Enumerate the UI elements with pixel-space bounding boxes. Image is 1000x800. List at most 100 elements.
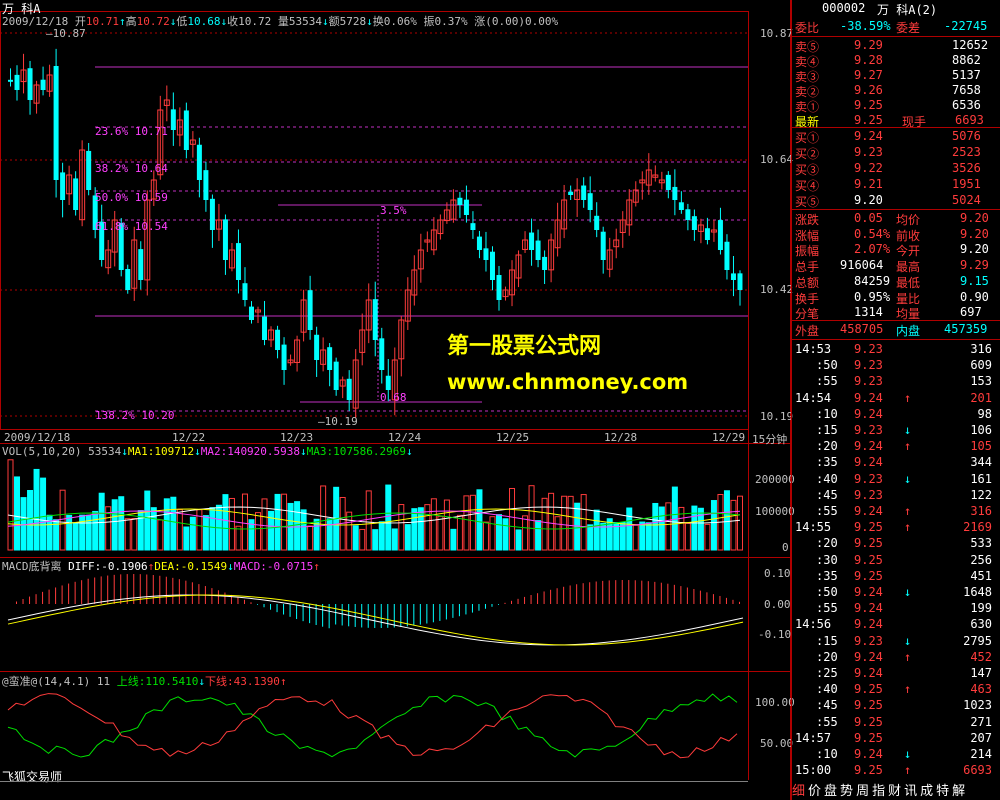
volume-bar	[671, 486, 678, 551]
candle-body	[463, 199, 469, 215]
quote-tab[interactable]: 解	[952, 780, 965, 799]
neipan-label: 内盘	[896, 324, 921, 338]
trade-volume: 316	[970, 504, 992, 518]
trade-volume: 147	[970, 666, 992, 680]
candle-body	[496, 275, 502, 300]
weicha-value: -22745	[944, 19, 988, 33]
trade-price: 9.25	[854, 730, 883, 745]
volume-bar	[163, 498, 170, 551]
candle-body	[529, 232, 535, 250]
trade-volume: 451	[970, 568, 992, 583]
macd-legend: MACD底背离 DIFF:-0.1906↑DEA:-0.1549↓MACD:-0…	[2, 560, 320, 573]
candle-body	[581, 185, 587, 200]
candle-body	[248, 306, 254, 320]
candle-body	[483, 248, 489, 260]
trade-time: :55	[816, 504, 838, 518]
macd-diff: DIFF:-0.1906	[68, 560, 148, 573]
date-label: 12/24	[388, 431, 422, 444]
bid-price: 9.22	[854, 161, 883, 175]
trade-time: :20	[816, 439, 838, 454]
trade-volume: 316	[970, 342, 992, 356]
volume-bar	[691, 505, 698, 551]
candle-body	[346, 378, 352, 400]
volume-bar	[535, 520, 542, 551]
bid-volume: 2523	[952, 145, 981, 159]
ask-price: 9.26	[854, 83, 883, 97]
candle-body	[730, 273, 736, 280]
bid-volume: 5024	[952, 193, 981, 207]
weicha-label: 委差	[896, 21, 921, 35]
candle-body	[672, 186, 678, 200]
macd-label: MACD底背离	[2, 560, 62, 573]
stat-value: 9.20	[960, 211, 989, 225]
trade-time: :50	[816, 585, 838, 599]
volume-bar	[307, 525, 314, 551]
quote-tab[interactable]: 势	[840, 780, 853, 799]
bid-price: 9.24	[854, 129, 883, 143]
volume-bar	[645, 522, 652, 551]
indicator-line	[7, 693, 738, 759]
trade-time: :50	[816, 358, 838, 373]
quote-tab[interactable]: 价	[808, 780, 821, 799]
trade-price: 9.23	[854, 374, 883, 389]
quote-tab[interactable]: 成	[920, 780, 933, 799]
volume-label: 量	[277, 15, 289, 28]
volume-bar	[489, 516, 496, 551]
volume-bar	[202, 515, 209, 551]
stock-name: 万 科A(2)	[877, 3, 938, 17]
bid-label: 买⑤	[795, 195, 820, 209]
quote-tab[interactable]: 细	[792, 780, 805, 799]
candle-body	[183, 110, 189, 150]
ask-price: 9.25	[854, 98, 883, 112]
quote-tab[interactable]: 盘	[824, 780, 837, 799]
trade-price: 9.24	[854, 455, 883, 470]
period-label[interactable]: 15分钟	[752, 431, 787, 447]
volume-bar	[300, 509, 307, 551]
vol-label: VOL(5,10,20) 53534	[2, 445, 122, 458]
volume-bar	[111, 499, 118, 551]
volume-bar	[430, 498, 437, 551]
trade-price: 9.25	[854, 714, 883, 729]
volume-bar	[450, 528, 457, 551]
macd-axis-label: -0.10	[758, 628, 792, 641]
quote-tab[interactable]: 讯	[904, 780, 917, 799]
volume-bar	[567, 495, 574, 551]
volume-bar	[170, 496, 177, 551]
candle-body	[685, 209, 691, 220]
candle-body	[476, 236, 482, 250]
quote-tab[interactable]: 指	[872, 780, 885, 799]
trade-price: 9.25	[854, 682, 883, 697]
date-label: 2009/12/18	[4, 431, 71, 444]
footer-brand: 飞狐交易师	[2, 770, 63, 784]
trade-price: 9.25	[854, 552, 883, 567]
fib-label: 50.0% 10.59	[95, 191, 168, 204]
volume-bar	[40, 477, 47, 551]
candle-body	[222, 219, 228, 260]
volume-bar	[411, 508, 418, 551]
date-label: 12/25	[496, 431, 530, 444]
quote-tab[interactable]: 财	[888, 780, 901, 799]
bid-price: 9.23	[854, 145, 883, 159]
volume-bar	[626, 507, 633, 551]
candle-body	[568, 191, 574, 195]
candle-body	[737, 273, 743, 290]
trade-time: 14:54	[795, 390, 832, 405]
turnover-label: 换	[372, 15, 384, 28]
volume-bar	[639, 521, 646, 551]
volume-bar	[730, 499, 737, 551]
watermark-title: 第一股票公式网	[447, 334, 602, 359]
volume-bar	[183, 526, 190, 551]
waipan-value: 458705	[840, 322, 884, 336]
quote-tab[interactable]: 周	[856, 780, 869, 799]
stat-value: 0.95%	[854, 289, 891, 304]
high-value: 10.72	[136, 15, 170, 28]
volume-bar	[98, 492, 105, 551]
volume-bar	[27, 490, 34, 551]
candle-body	[170, 109, 176, 130]
stat-value: 9.20	[960, 226, 989, 241]
volume-bar	[704, 523, 711, 551]
quote-header: 000002 万 科A(2)	[792, 0, 998, 18]
volume-bar	[118, 496, 125, 551]
amount-value: 5728	[339, 15, 367, 28]
quote-tab[interactable]: 特	[936, 780, 949, 799]
